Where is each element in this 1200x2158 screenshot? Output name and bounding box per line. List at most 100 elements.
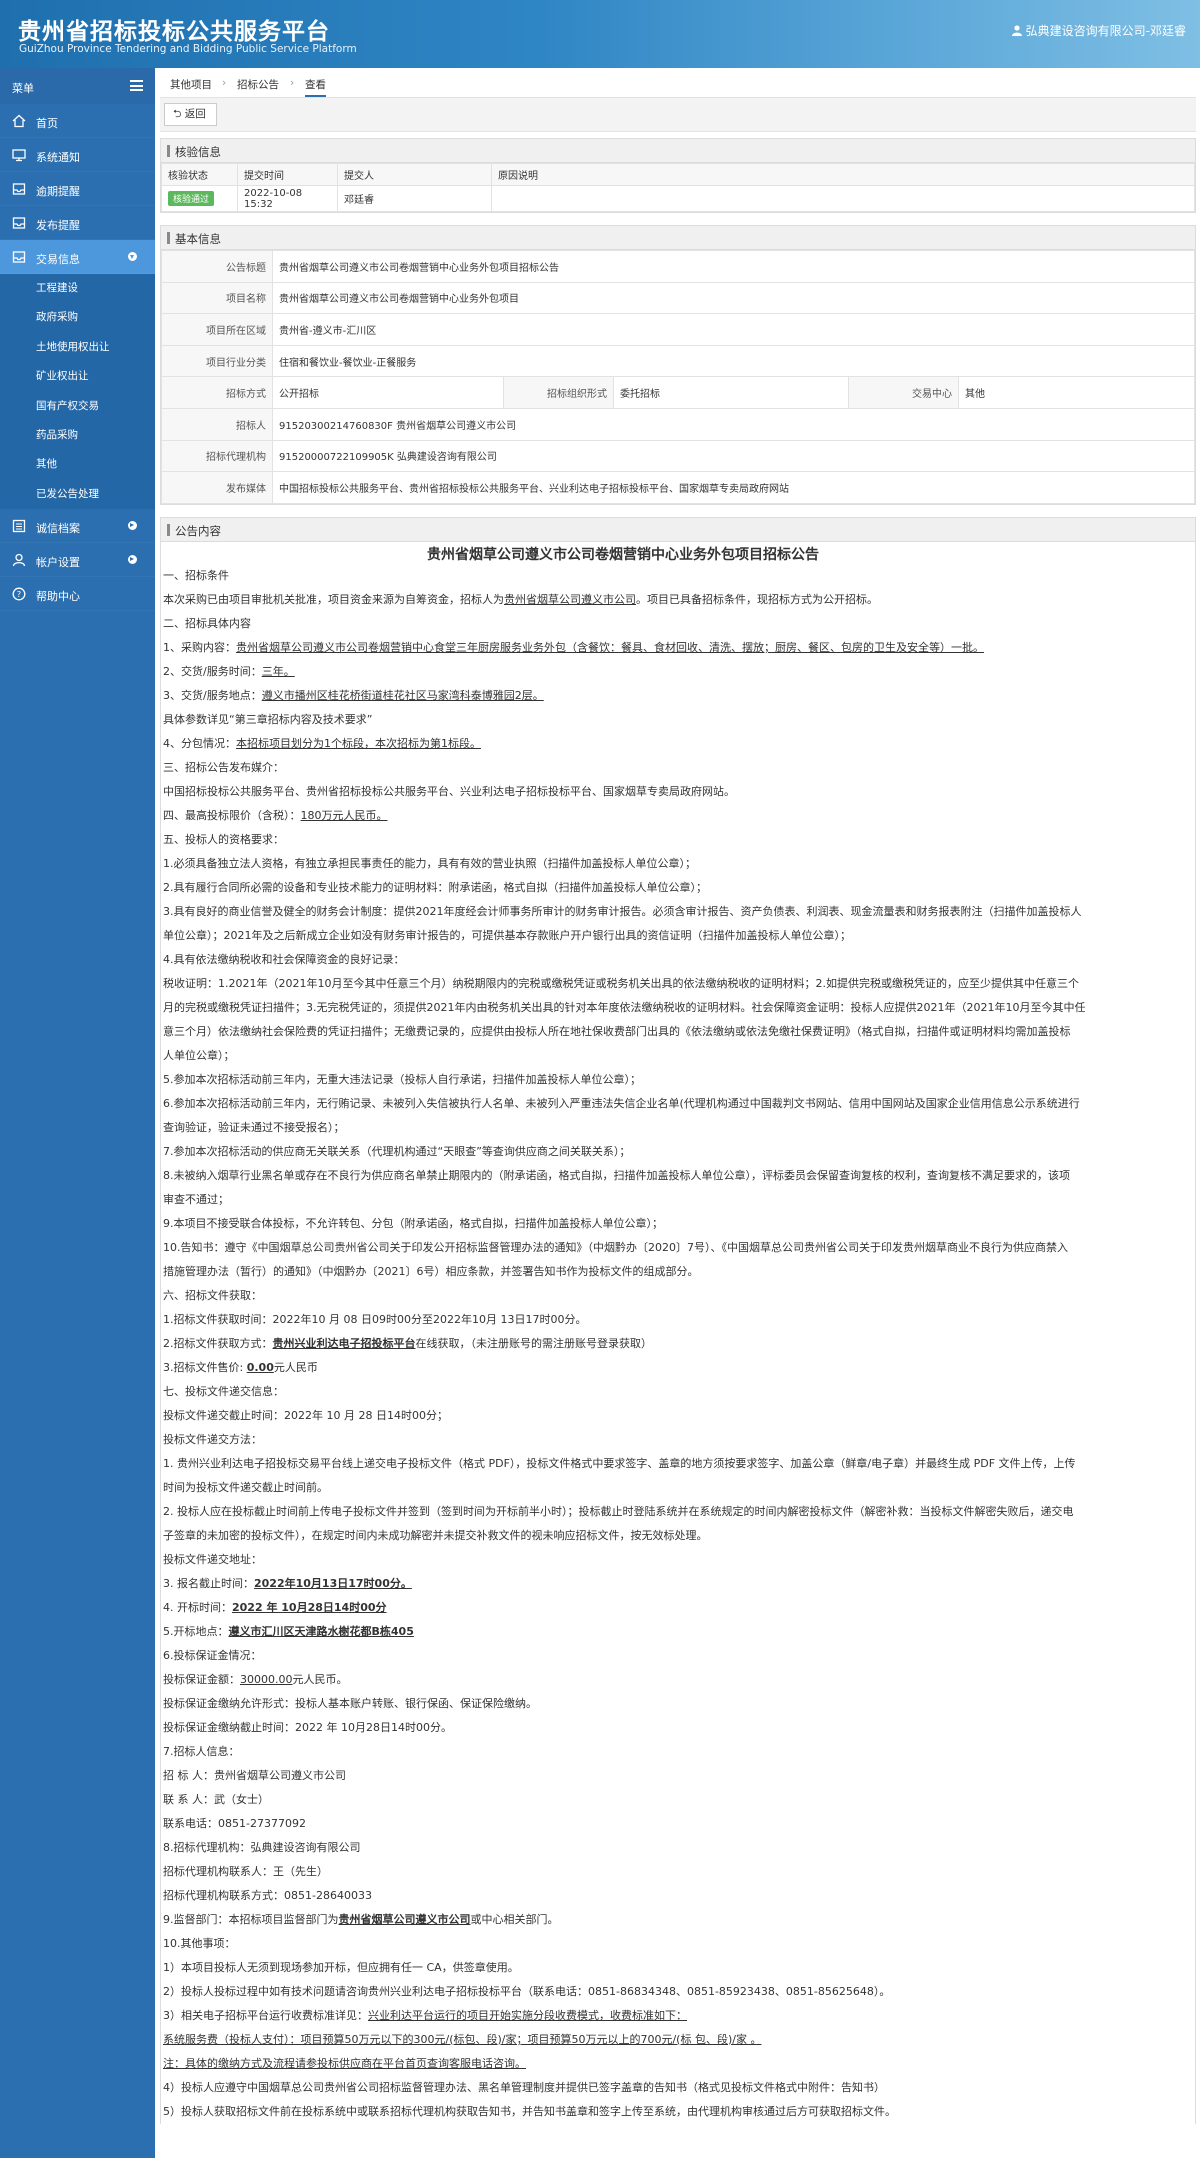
sidebar-item-label: 系统通知 bbox=[36, 151, 80, 164]
inbox-icon bbox=[12, 217, 26, 229]
sub-item-government[interactable]: 政府采购 bbox=[0, 303, 155, 332]
announcement-text: 9.本项目不接受联合体投标，不允许转包、分包（附承诺函，格式自拟，扫描件加盖投标… bbox=[163, 1216, 663, 1230]
column-header: 提交人 bbox=[337, 163, 492, 186]
announcement-text: 七、投标文件递交信息： bbox=[163, 1384, 284, 1398]
announcement-line: 3. 报名截止时间：2022年10月13日17时00分。 bbox=[163, 1572, 1193, 1596]
announcement-text: 在线获取，（未注册账号的需注册账号登录获取） bbox=[415, 1336, 653, 1350]
sub-item-processed[interactable]: 已发公告处理 bbox=[0, 480, 155, 509]
announcement-text: 投标保证金额： bbox=[163, 1672, 240, 1686]
sidebar-item-credit[interactable]: 诚信档案 bbox=[0, 509, 155, 544]
user-menu[interactable]: 弘典建设咨询有限公司-邓廷睿 bbox=[1011, 22, 1186, 39]
sidebar-item-label: 诚信档案 bbox=[36, 522, 80, 536]
announcement-line: 8.未被纳入烟草行业黑名单或存在不良行为供应商名单禁止期限内的（附承诺函，格式自… bbox=[163, 1164, 1193, 1188]
announcement-text: 招标代理机构联系方式：0851-28640033 bbox=[163, 1888, 372, 1902]
announcement-text: 本次采购已由项目审批机关批准，项目资金来源为自筹资金，招标人为 bbox=[163, 592, 504, 606]
announcement-line: 联 系 人：武（女士） bbox=[163, 1788, 1193, 1812]
announcement-line: 4. 开标时间：2022 年 10月28日14时00分 bbox=[163, 1596, 1193, 1620]
announcement-line: 1.招标文件获取时间：2022年10 月 08 日09时00分至2022年10月… bbox=[163, 1308, 1193, 1332]
breadcrumb: 其他项目 › 招标公告 › 查看 bbox=[160, 68, 1196, 98]
back-button[interactable]: ⮌ 返回 bbox=[164, 103, 217, 126]
announcement-line: 2. 投标人应在投标截止时间前上传电子投标文件并签到（签到时间为开标前半小时）；… bbox=[163, 1500, 1193, 1524]
sub-item-other[interactable]: 其他 bbox=[0, 450, 155, 479]
sub-item-drug[interactable]: 药品采购 bbox=[0, 421, 155, 450]
announcement-text: 2、交货/服务时间： bbox=[163, 664, 262, 678]
sub-item-mining[interactable]: 矿业权出让 bbox=[0, 362, 155, 391]
announcement-line: 4）投标人应遵守中国烟草总公司贵州省公司招标监督管理办法、黑名单管理制度并提供已… bbox=[163, 2076, 1193, 2100]
announcement-text: 注：具体的缴纳方式及流程请参投标供应商在平台首页查询客服电话咨询。 bbox=[163, 2056, 526, 2070]
announcement-text: 2. 投标人应在投标截止时间前上传电子投标文件并签到（签到时间为开标前半小时）；… bbox=[163, 1504, 1074, 1518]
sub-item-engineering[interactable]: 工程建设 bbox=[0, 274, 155, 303]
announcement-text: 意三个月）依法缴纳社会保险费的凭证扫描件；无缴费记录的，应提供由投标人所在地社保… bbox=[163, 1024, 1071, 1038]
announcement-line: 联系电话：0851-27377092 bbox=[163, 1812, 1193, 1836]
announcement-line: 7.参加本次招标活动的供应商无关联关系（代理机构通过“天眼查”等查询供应商之间关… bbox=[163, 1140, 1193, 1164]
announcement-text: 1.必须具备独立法人资格，有独立承担民事责任的能力，具有有效的营业执照（扫描件加… bbox=[163, 856, 696, 870]
announcement-line: 5.开标地点：遵义市汇川区天津路水榭花都B栋405 bbox=[163, 1620, 1193, 1644]
sidebar-item-home[interactable]: 首页 bbox=[0, 104, 155, 138]
basic-info-panel: 基本信息 公告标题 贵州省烟草公司遵义市公司卷烟营销中心业务外包项目招标公告 项目… bbox=[160, 225, 1196, 505]
announcement-line: 2、交货/服务时间：三年。 bbox=[163, 660, 1193, 684]
svg-text:?: ? bbox=[17, 590, 21, 599]
back-icon: ⮌ bbox=[173, 108, 182, 120]
verify-panel: 核验信息 核验状态 提交时间 提交人 原因说明 核验通过 2022-10-08 … bbox=[160, 138, 1196, 213]
announcement-text: 贵州兴业利达电子招投标平台 bbox=[272, 1336, 416, 1350]
menu-toggle-icon[interactable] bbox=[130, 80, 143, 91]
sidebar-item-trade[interactable]: 交易信息 bbox=[0, 240, 155, 274]
inbox-icon bbox=[12, 183, 26, 195]
announcement-text: 或中心相关部门。 bbox=[470, 1912, 559, 1926]
announcement-text: 月的完税或缴税凭证扫描件；3.无完税凭证的，须提供2021年内由税务机关出具的针… bbox=[163, 1000, 1086, 1014]
breadcrumb-separator: › bbox=[222, 77, 227, 89]
field-label: 项目行业分类 bbox=[161, 344, 273, 378]
announcement-line: 招标代理机构联系人：王（先生） bbox=[163, 1860, 1193, 1884]
breadcrumb-item[interactable]: 其他项目 bbox=[170, 77, 212, 92]
sidebar-title: 菜单 bbox=[12, 82, 34, 95]
announcement-text: 四、最高投标限价（含税）： bbox=[163, 808, 301, 822]
announcement-heading: 贵州省烟草公司遵义市公司卷烟营销中心业务外包项目招标公告 bbox=[427, 546, 819, 563]
announcement-line: 5.参加本次招标活动前三年内，无重大违法记录（投标人自行承诺，扫描件加盖投标人单… bbox=[163, 1068, 1193, 1092]
announcement-line: 10.其他事项： bbox=[163, 1932, 1193, 1956]
panel-header: 公告内容 bbox=[161, 517, 1195, 542]
user-icon bbox=[12, 553, 26, 567]
announcement-text: 0.00 bbox=[246, 1360, 274, 1374]
announcement-text: 兴业利达平台运行的项目开始实施分段收费模式，收费标准如下： bbox=[368, 2008, 687, 2022]
announcement-text: 贵州省烟草公司遵义市公司卷烟营销中心食堂三年厨房服务业务外包（含餐饮：餐具、食材… bbox=[236, 640, 984, 654]
announcement-text: 措施管理办法（暂行）的通知》（中烟黔办〔2021〕6号）相应条款，并签署告知书作… bbox=[163, 1264, 699, 1278]
sidebar-item-overdue[interactable]: 逾期提醒 bbox=[0, 172, 155, 206]
sidebar-item-help[interactable]: ? 帮助中心 bbox=[0, 577, 155, 612]
announcement-text: 1. 贵州兴业利达电子招投标交易平台线上递交电子投标文件（格式 PDF），投标文… bbox=[163, 1456, 1076, 1470]
announcement-text: 6.参加本次招标活动前三年内，无行贿记录、未被列入失信被执行人名单、未被列入严重… bbox=[163, 1096, 1080, 1110]
announcement-line: 投标文件递交截止时间：2022年 10 月 28 日14时00分； bbox=[163, 1404, 1193, 1428]
back-label: 返回 bbox=[184, 108, 206, 120]
announcement-text: 3、交货/服务地点： bbox=[163, 688, 262, 702]
announcement-line: 3）相关电子招标平台运行收费标准详见：兴业利达平台运行的项目开始实施分段收费模式… bbox=[163, 2004, 1193, 2028]
announcement-line: 8.招标代理机构：弘典建设咨询有限公司 bbox=[163, 1836, 1193, 1860]
sidebar-item-notice[interactable]: 系统通知 bbox=[0, 138, 155, 172]
announcement-line: 招标代理机构联系方式：0851-28640033 bbox=[163, 1884, 1193, 1908]
announcement-text: 招 标 人：贵州省烟草公司遵义市公司 bbox=[163, 1768, 346, 1782]
submitter-cell: 邓廷睿 bbox=[337, 185, 492, 212]
announcement-line: 四、最高投标限价（含税）：180万元人民币。 bbox=[163, 804, 1193, 828]
announcement-line: 1、采购内容：贵州省烟草公司遵义市公司卷烟营销中心食堂三年厨房服务业务外包（含餐… bbox=[163, 636, 1193, 660]
table-row: 核验通过 2022-10-08 15:32 邓廷睿 bbox=[161, 185, 1195, 212]
home-icon bbox=[12, 114, 26, 128]
announcement-line: 2）投标人投标过程中如有技术问题请咨询贵州兴业利达电子招标投标平台（联系电话：0… bbox=[163, 1980, 1193, 2004]
announcement-text: 3.具有良好的商业信誉及健全的财务会计制度：提供2021年度经会计师事务所审计的… bbox=[163, 904, 1082, 918]
announcement-text: 8.招标代理机构：弘典建设咨询有限公司 bbox=[163, 1840, 361, 1854]
announcement-text: 三、招标公告发布媒介： bbox=[163, 760, 284, 774]
announcement-line: 投标保证金额：30000.00元人民币。 bbox=[163, 1668, 1193, 1692]
announcement-line: 单位公章）；2021年及之后新成立企业如没有财务审计报告的，可提供基本存款账户开… bbox=[163, 924, 1193, 948]
status-badge: 核验通过 bbox=[168, 191, 215, 206]
announcement-text: 4. 开标时间： bbox=[163, 1600, 232, 1614]
sub-item-property[interactable]: 国有产权交易 bbox=[0, 392, 155, 421]
reason-cell bbox=[491, 185, 1195, 212]
announcement-line: 3.具有良好的商业信誉及健全的财务会计制度：提供2021年度经会计师事务所审计的… bbox=[163, 900, 1193, 924]
announcement-text: 2022年10月13日17时00分。 bbox=[254, 1576, 412, 1590]
announcement-line: 中国招标投标公共服务平台、贵州省招标投标公共服务平台、兴业利达电子招标投标平台、… bbox=[163, 780, 1193, 804]
sub-item-land[interactable]: 土地使用权出让 bbox=[0, 333, 155, 362]
announcement-line: 投标文件递交方法： bbox=[163, 1428, 1193, 1452]
announcement-text: 元人民币。 bbox=[292, 1672, 348, 1686]
sidebar-item-publish[interactable]: 发布提醒 bbox=[0, 206, 155, 240]
breadcrumb-item[interactable]: 招标公告 bbox=[237, 77, 279, 92]
announcement-text: 2）投标人投标过程中如有技术问题请咨询贵州兴业利达电子招标投标平台（联系电话：0… bbox=[163, 1984, 891, 1998]
column-header: 核验状态 bbox=[161, 163, 238, 186]
announcement-text: 3.招标文件售价: bbox=[163, 1360, 247, 1374]
